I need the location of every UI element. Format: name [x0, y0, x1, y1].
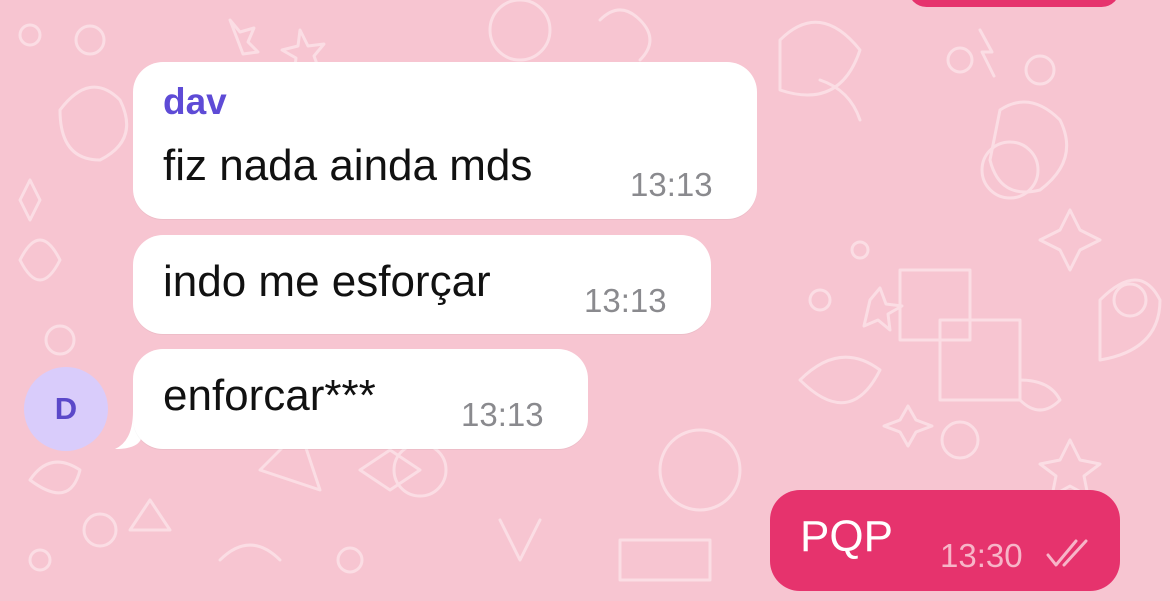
- incoming-message-bubble[interactable]: enforcar*** 13:13: [133, 349, 588, 449]
- avatar-initial: D: [54, 391, 78, 426]
- outgoing-message-bubble[interactable]: PQP 13:30: [770, 490, 1120, 591]
- outgoing-message-bubble-partial[interactable]: [908, 0, 1120, 7]
- message-time: 13:30: [940, 537, 1023, 574]
- incoming-message-bubble[interactable]: indo me esforçar 13:13: [133, 235, 711, 334]
- message-time: 13:13: [630, 166, 713, 203]
- message-text: indo me esforçar: [163, 257, 491, 306]
- message-time: 13:13: [461, 396, 544, 433]
- message-time: 13:13: [584, 282, 667, 319]
- message-text: PQP: [800, 512, 893, 561]
- sender-avatar[interactable]: D: [24, 367, 108, 451]
- message-text: enforcar***: [163, 371, 376, 420]
- double-check-read-icon: [1046, 539, 1088, 567]
- incoming-message-bubble[interactable]: dav fiz nada ainda mds 13:13: [133, 62, 757, 219]
- message-text: fiz nada ainda mds: [163, 141, 533, 190]
- sender-name[interactable]: dav: [163, 80, 227, 124]
